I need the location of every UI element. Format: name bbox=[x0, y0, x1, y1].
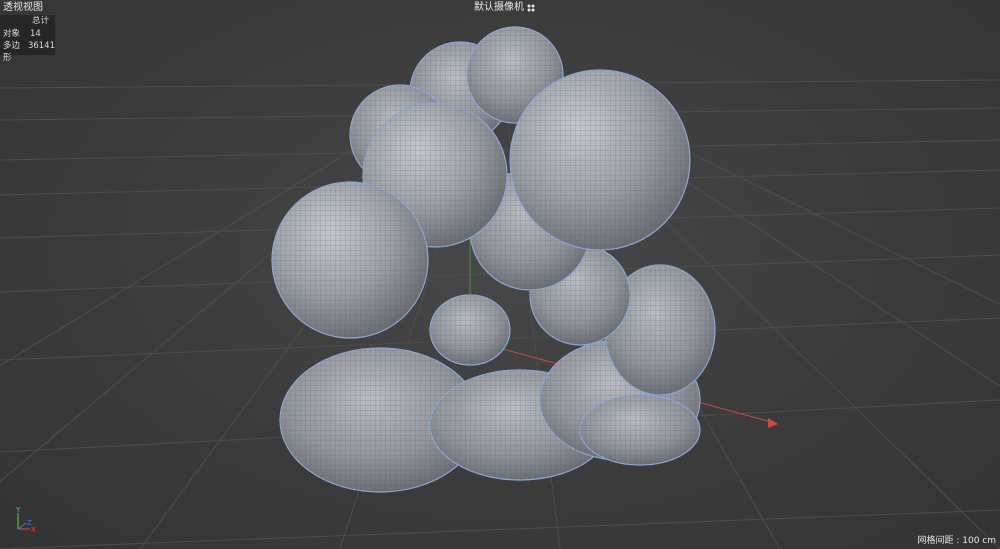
mesh-object bbox=[271, 26, 716, 493]
axis-gizmo: Y Z X bbox=[15, 506, 36, 534]
3d-viewport[interactable]: 透视视图 默认摄像机 总计 对象 14 多边形 36141 Y Z X 网格间距… bbox=[0, 0, 1000, 549]
stats-label: 多边形 bbox=[3, 41, 21, 63]
axis-y-label: Y bbox=[15, 506, 21, 514]
scene-stats-panel: 总计 对象 14 多边形 36141 bbox=[0, 15, 55, 63]
stats-value: 14 bbox=[30, 28, 41, 39]
camera-name: 默认摄像机 bbox=[474, 2, 524, 13]
stats-label: 对象 bbox=[3, 28, 21, 39]
stats-row-objects: 对象 14 bbox=[0, 28, 55, 41]
world-x-arrow bbox=[768, 418, 778, 428]
stats-value: 36141 bbox=[27, 41, 55, 51]
grid-spacing-label: 网格间距 : 100 cm bbox=[917, 536, 996, 546]
stats-header: 总计 bbox=[32, 16, 50, 26]
axis-x-label: X bbox=[31, 526, 36, 534]
stats-row-polygons: 多边形 36141 bbox=[0, 40, 55, 63]
camera-settings-icon[interactable] bbox=[527, 4, 535, 12]
camera-menu[interactable]: 默认摄像机 bbox=[474, 2, 535, 14]
view-name[interactable]: 透视视图 bbox=[3, 2, 43, 14]
viewport-scene bbox=[0, 26, 1000, 549]
